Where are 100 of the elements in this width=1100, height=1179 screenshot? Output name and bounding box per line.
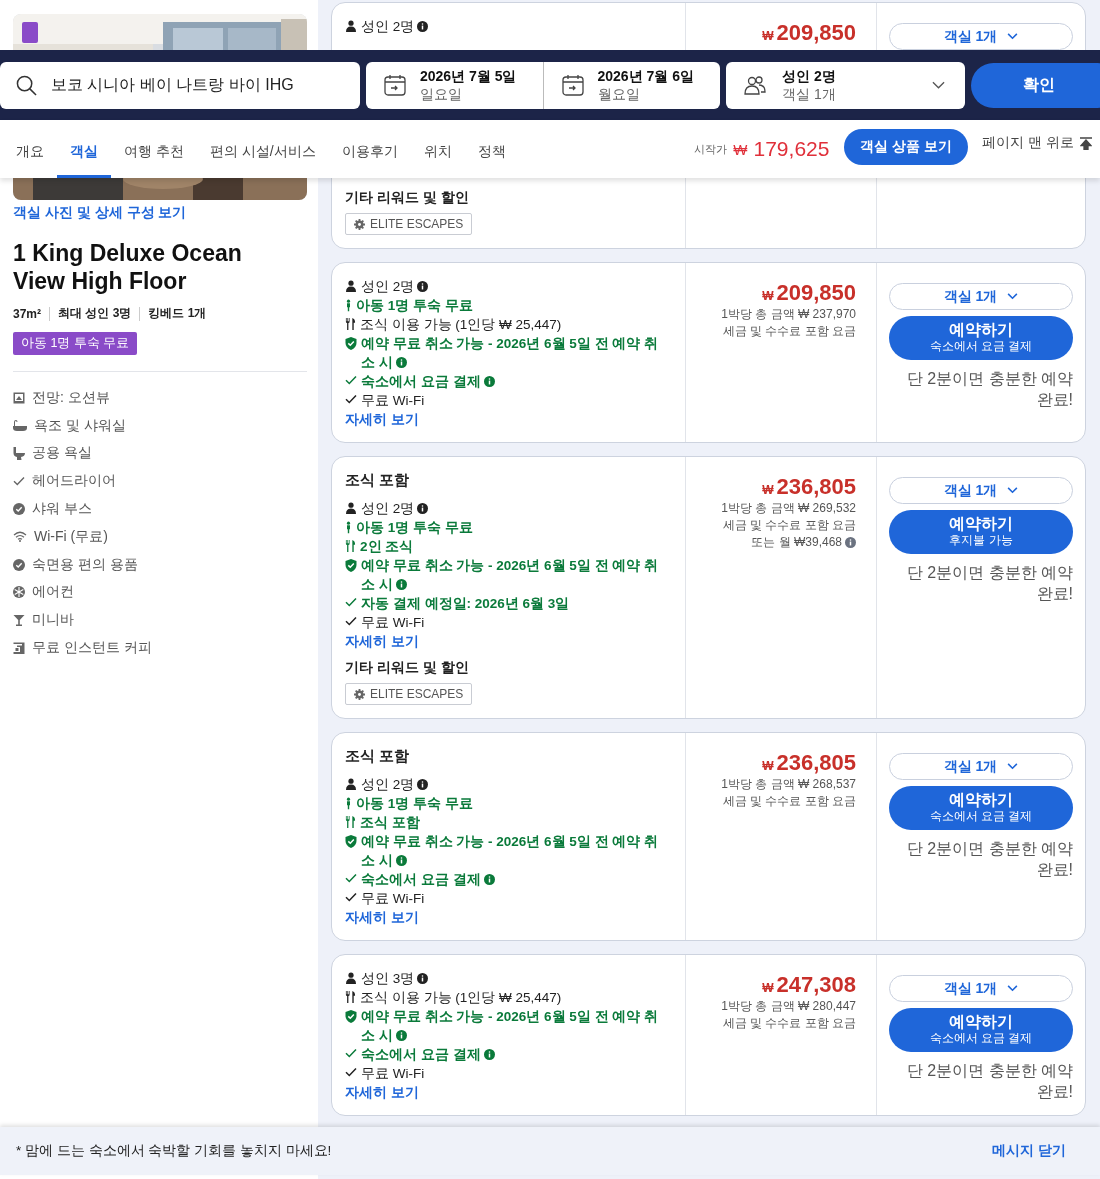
section-tab[interactable]: 객실 (57, 120, 111, 178)
currency-sign: ₩ (762, 759, 774, 773)
offer-feature: 성인 2명 (361, 775, 429, 794)
offer-feature: 무료 Wi-Fi (361, 614, 425, 632)
offer-feature: 무료 Wi-Fi (361, 1065, 425, 1083)
snowflake-icon (13, 586, 25, 599)
amenity-label: 에어컨 (32, 583, 74, 602)
book-button[interactable]: 예약하기 숙소에서 요금 결제 (889, 786, 1073, 830)
offer-feature: 성인 2명 (361, 277, 429, 296)
close-message-link[interactable]: 메시지 닫기 (986, 1141, 1072, 1161)
offer-price: 209,850 (776, 20, 856, 46)
book-button[interactable]: 예약하기 후지불 가능 (889, 510, 1073, 554)
offer-feature: 무료 Wi-Fi (361, 392, 425, 410)
details-link[interactable]: 자세히 보기 (345, 909, 419, 925)
chevron-down-icon (1007, 293, 1019, 300)
total-price: 1박당 총 금액 ₩ 268,537 (721, 776, 856, 793)
offer-feature: 예약 무료 취소 가능 - 2026년 6월 5일 전 예약 취소 시 (361, 335, 660, 372)
bathtub-icon (13, 419, 27, 432)
cutlery-icon (345, 318, 356, 330)
section-tab[interactable]: 위치 (410, 120, 465, 178)
room-count-select[interactable]: 객실 1개 (889, 477, 1073, 504)
people-icon (744, 75, 766, 95)
section-tab[interactable]: 여행 추천 (111, 120, 197, 178)
section-tab[interactable]: 이용후기 (328, 120, 411, 178)
total-price: 1박당 총 금액 ₩ 280,447 (721, 998, 856, 1015)
info-icon[interactable] (417, 973, 429, 984)
book-button[interactable]: 예약하기 숙소에서 요금 결제 (889, 316, 1073, 360)
back-to-top-link[interactable]: 페이지 맨 위로 (978, 134, 1096, 152)
cutlery-icon (345, 991, 356, 1003)
book-button[interactable]: 예약하기 숙소에서 요금 결제 (889, 1008, 1073, 1052)
offer-feature: 조식 이용 가능 (1인당 ₩ 25,447) (360, 989, 562, 1007)
child-stay-badge: 아동 1명 투숙 무료 (13, 332, 138, 355)
shield-check-icon (345, 835, 357, 848)
section-tab[interactable]: 정책 (464, 120, 519, 178)
room-count-select[interactable]: 객실 1개 (889, 283, 1073, 310)
calendar-icon (561, 74, 584, 96)
amenity-label: 샤워 부스 (32, 500, 92, 519)
check-in-field[interactable]: 2026년 7월 5일 일요일 (366, 61, 543, 109)
child-icon (345, 797, 352, 810)
booking-note: 단 2분이면 충분한 예약 완료! (905, 369, 1073, 410)
amenity-label: 공용 욕실 (32, 444, 92, 463)
check-icon (345, 1067, 357, 1077)
check-out-field[interactable]: 2026년 7월 6일 월요일 (542, 61, 720, 109)
offer-feature: 2인 조식 (360, 538, 414, 556)
currency-sign: ₩ (733, 140, 748, 158)
section-tab[interactable]: 편의 시설/서비스 (196, 120, 329, 178)
confirm-button[interactable]: 확인 (971, 62, 1100, 108)
check-out-date: 2026년 7월 6일 (597, 67, 694, 85)
offer-price: 236,805 (776, 750, 856, 776)
view-rooms-button[interactable]: 객실 상품 보기 (844, 128, 969, 165)
info-icon[interactable] (417, 281, 429, 292)
offer-feature: 숙소에서 요금 결제 (361, 870, 495, 889)
guests-field[interactable]: 성인 2명 객실 1개 (726, 61, 965, 109)
details-link[interactable]: 자세히 보기 (345, 411, 419, 427)
message-text: * 맘에 드는 숙소에서 숙박할 기회를 놓치지 마세요! (16, 1142, 332, 1160)
check-icon (13, 476, 25, 487)
check-circle-icon (13, 558, 25, 571)
tag-marker (22, 22, 38, 43)
tax-note: 세금 및 수수료 포함 요금 (722, 1015, 856, 1032)
person-icon (345, 502, 357, 514)
offer-feature: 아동 1명 투숙 무료 (356, 519, 473, 537)
amenity-label: 숙면용 편의 용품 (32, 555, 138, 574)
booking-note: 단 2분이면 충분한 예약 완료! (905, 563, 1073, 604)
offer-feature: 예약 무료 취소 가능 - 2026년 6월 5일 전 예약 취소 시 (361, 557, 660, 594)
offer-price: 209,850 (776, 280, 856, 306)
chevron-down-icon (1007, 33, 1019, 40)
photos-link[interactable]: 객실 사진 및 상세 구성 보기 (13, 204, 187, 222)
info-icon[interactable] (417, 21, 429, 32)
check-icon (345, 873, 357, 883)
cocktail-glass-icon (13, 614, 25, 627)
room-count-select[interactable]: 객실 1개 (889, 753, 1073, 780)
offer-price: 247,308 (776, 972, 856, 998)
details-link[interactable]: 자세히 보기 (345, 1084, 419, 1100)
cutlery-icon (345, 816, 356, 828)
destination-field[interactable]: 보코 시니아 베이 나트랑 바이 IHG (0, 61, 360, 109)
shield-check-icon (345, 337, 357, 350)
adults-count: 성인 2명 (782, 67, 836, 85)
chevron-down-icon (1007, 487, 1019, 494)
room-count-select[interactable]: 객실 1개 (889, 23, 1073, 50)
info-icon[interactable] (417, 503, 429, 514)
gear-icon (354, 688, 365, 700)
person-icon (345, 972, 357, 984)
from-price: 179,625 (753, 137, 830, 161)
arrow-up-icon (1080, 136, 1092, 150)
room-title: 1 King Deluxe Ocean View High Floor (13, 239, 243, 295)
tax-note: 세금 및 수수료 포함 요금 (722, 517, 856, 534)
check-circle-icon (13, 503, 25, 516)
check-icon (345, 394, 357, 404)
room-count-select[interactable]: 객실 1개 (889, 975, 1073, 1002)
section-tab[interactable]: 개요 (3, 120, 57, 178)
details-link[interactable]: 자세히 보기 (345, 633, 419, 649)
coffee-machine-icon (13, 642, 25, 655)
offer-feature: 예약 무료 취소 가능 - 2026년 6월 5일 전 예약 취소 시 (361, 833, 660, 870)
info-icon[interactable] (417, 779, 429, 790)
check-in-weekday: 일요일 (420, 85, 463, 103)
amenity-label: 욕조 및 샤워실 (34, 416, 126, 435)
booking-note: 단 2분이면 충분한 예약 완료! (905, 839, 1073, 880)
shield-check-icon (345, 1010, 357, 1023)
rewards-title: 기타 리워드 및 할인 (345, 189, 469, 207)
toilet-icon (13, 447, 25, 460)
